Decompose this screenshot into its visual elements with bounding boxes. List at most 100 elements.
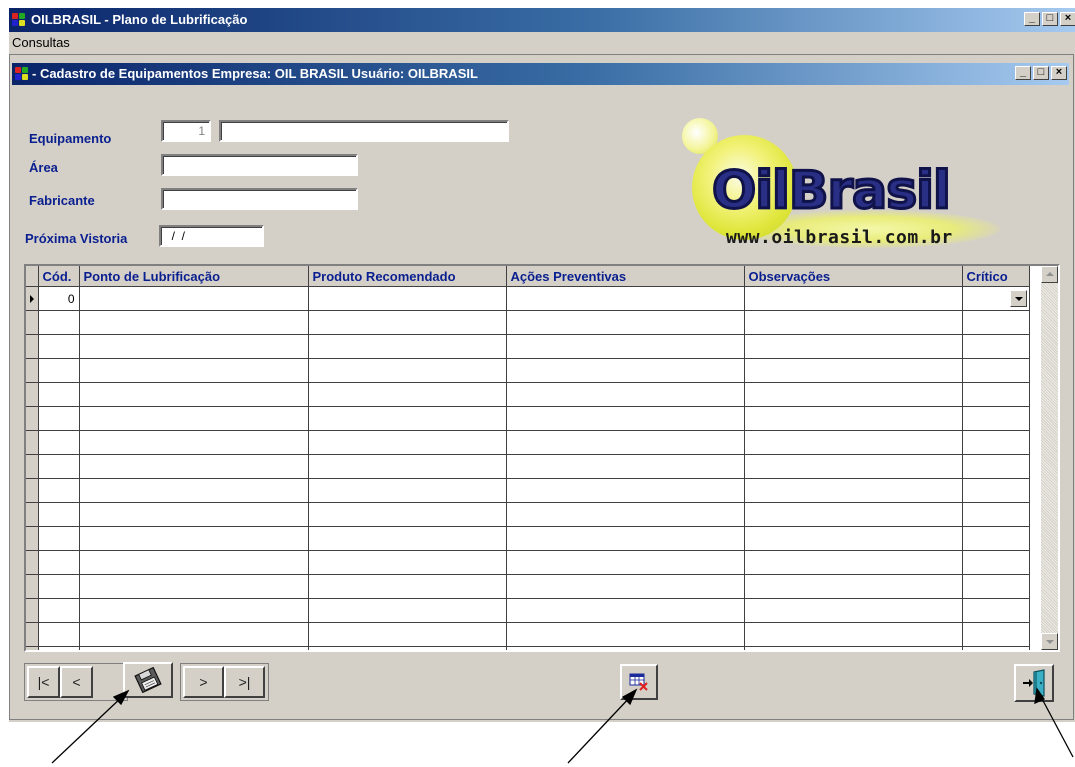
cell-acoes[interactable] xyxy=(506,310,745,335)
cell-critico[interactable] xyxy=(962,430,1030,455)
cell-produto[interactable] xyxy=(308,502,507,527)
cell-ponto[interactable] xyxy=(79,478,309,503)
cell-cod[interactable] xyxy=(38,334,80,359)
cell-produto[interactable] xyxy=(308,550,507,575)
first-record-button[interactable]: |< xyxy=(27,666,60,698)
cell-observacoes[interactable] xyxy=(744,478,963,503)
cell-critico[interactable] xyxy=(962,550,1030,575)
cell-produto[interactable] xyxy=(308,382,507,407)
cell-observacoes[interactable] xyxy=(744,646,963,650)
cell-critico[interactable] xyxy=(962,310,1030,335)
cell-acoes[interactable] xyxy=(506,286,745,311)
cell-acoes[interactable] xyxy=(506,646,745,650)
table-row[interactable]: 0 xyxy=(26,286,1030,311)
cell-critico[interactable] xyxy=(962,478,1030,503)
cell-ponto[interactable] xyxy=(79,430,309,455)
cell-cod[interactable] xyxy=(38,430,80,455)
last-record-button[interactable]: >| xyxy=(224,666,265,698)
cell-acoes[interactable] xyxy=(506,358,745,383)
cell-observacoes[interactable] xyxy=(744,574,963,599)
cell-cod[interactable] xyxy=(38,454,80,479)
cell-produto[interactable] xyxy=(308,478,507,503)
table-row[interactable] xyxy=(26,646,1030,650)
cell-produto[interactable] xyxy=(308,334,507,359)
cell-critico[interactable] xyxy=(962,382,1030,407)
col-header-cod[interactable]: Cód. xyxy=(38,266,80,287)
cell-critico[interactable] xyxy=(962,574,1030,599)
critico-dropdown-button[interactable] xyxy=(1009,290,1027,307)
grid-vertical-scrollbar[interactable] xyxy=(1041,266,1058,650)
save-button[interactable] xyxy=(123,662,173,698)
maximize-button[interactable]: □ xyxy=(1042,12,1058,26)
cell-produto[interactable] xyxy=(308,286,507,311)
cell-observacoes[interactable] xyxy=(744,334,963,359)
cell-ponto[interactable] xyxy=(79,646,309,650)
cell-cod[interactable] xyxy=(38,382,80,407)
cell-produto[interactable] xyxy=(308,526,507,551)
cell-produto[interactable] xyxy=(308,358,507,383)
cell-cod[interactable] xyxy=(38,550,80,575)
table-row[interactable] xyxy=(26,406,1030,431)
cell-cod[interactable] xyxy=(38,406,80,431)
cell-cod[interactable] xyxy=(38,598,80,623)
cell-ponto[interactable] xyxy=(79,502,309,527)
cell-observacoes[interactable] xyxy=(744,430,963,455)
table-row[interactable] xyxy=(26,622,1030,647)
exit-button[interactable] xyxy=(1014,664,1054,702)
cell-observacoes[interactable] xyxy=(744,286,963,311)
table-row[interactable] xyxy=(26,454,1030,479)
table-row[interactable] xyxy=(26,598,1030,623)
col-header-observacoes[interactable]: Observações xyxy=(744,266,963,287)
cell-critico[interactable] xyxy=(962,646,1030,650)
cell-ponto[interactable] xyxy=(79,622,309,647)
cell-critico[interactable] xyxy=(962,598,1030,623)
delete-row-button[interactable] xyxy=(620,664,658,700)
col-header-acoes[interactable]: Ações Preventivas xyxy=(506,266,745,287)
cell-observacoes[interactable] xyxy=(744,310,963,335)
cell-cod[interactable] xyxy=(38,574,80,599)
col-header-ponto[interactable]: Ponto de Lubrificação xyxy=(79,266,309,287)
cell-observacoes[interactable] xyxy=(744,358,963,383)
cell-critico[interactable] xyxy=(962,502,1030,527)
child-close-button[interactable]: × xyxy=(1051,66,1067,80)
cell-critico[interactable] xyxy=(962,454,1030,479)
cell-ponto[interactable] xyxy=(79,334,309,359)
cell-produto[interactable] xyxy=(308,574,507,599)
table-row[interactable] xyxy=(26,550,1030,575)
cell-produto[interactable] xyxy=(308,622,507,647)
cell-critico[interactable] xyxy=(962,286,1030,311)
table-row[interactable] xyxy=(26,358,1030,383)
table-row[interactable] xyxy=(26,478,1030,503)
cell-ponto[interactable] xyxy=(79,310,309,335)
cell-ponto[interactable] xyxy=(79,526,309,551)
cell-acoes[interactable] xyxy=(506,598,745,623)
cell-ponto[interactable] xyxy=(79,454,309,479)
app-titlebar[interactable]: OILBRASIL - Plano de Lubrificação _ □ × xyxy=(9,8,1075,32)
minimize-button[interactable]: _ xyxy=(1024,12,1040,26)
cell-cod[interactable] xyxy=(38,502,80,527)
table-row[interactable] xyxy=(26,310,1030,335)
cell-ponto[interactable] xyxy=(79,550,309,575)
col-header-produto[interactable]: Produto Recomendado xyxy=(308,266,507,287)
cell-observacoes[interactable] xyxy=(744,454,963,479)
scroll-down-button[interactable] xyxy=(1041,633,1058,650)
proxima-vistoria-field[interactable] xyxy=(159,225,264,247)
cell-acoes[interactable] xyxy=(506,334,745,359)
cell-critico[interactable] xyxy=(962,622,1030,647)
table-row[interactable] xyxy=(26,574,1030,599)
cell-produto[interactable] xyxy=(308,598,507,623)
cell-acoes[interactable] xyxy=(506,574,745,599)
cell-ponto[interactable] xyxy=(79,286,309,311)
table-row[interactable] xyxy=(26,502,1030,527)
next-record-button[interactable]: > xyxy=(183,666,224,698)
area-field[interactable] xyxy=(161,154,358,176)
cell-acoes[interactable] xyxy=(506,550,745,575)
fabricante-field[interactable] xyxy=(161,188,358,210)
cell-acoes[interactable] xyxy=(506,454,745,479)
cell-acoes[interactable] xyxy=(506,406,745,431)
cell-acoes[interactable] xyxy=(506,526,745,551)
cell-produto[interactable] xyxy=(308,646,507,650)
lubrication-grid[interactable]: Cód. Ponto de Lubrificação Produto Recom… xyxy=(24,264,1060,652)
cell-produto[interactable] xyxy=(308,310,507,335)
cell-critico[interactable] xyxy=(962,406,1030,431)
